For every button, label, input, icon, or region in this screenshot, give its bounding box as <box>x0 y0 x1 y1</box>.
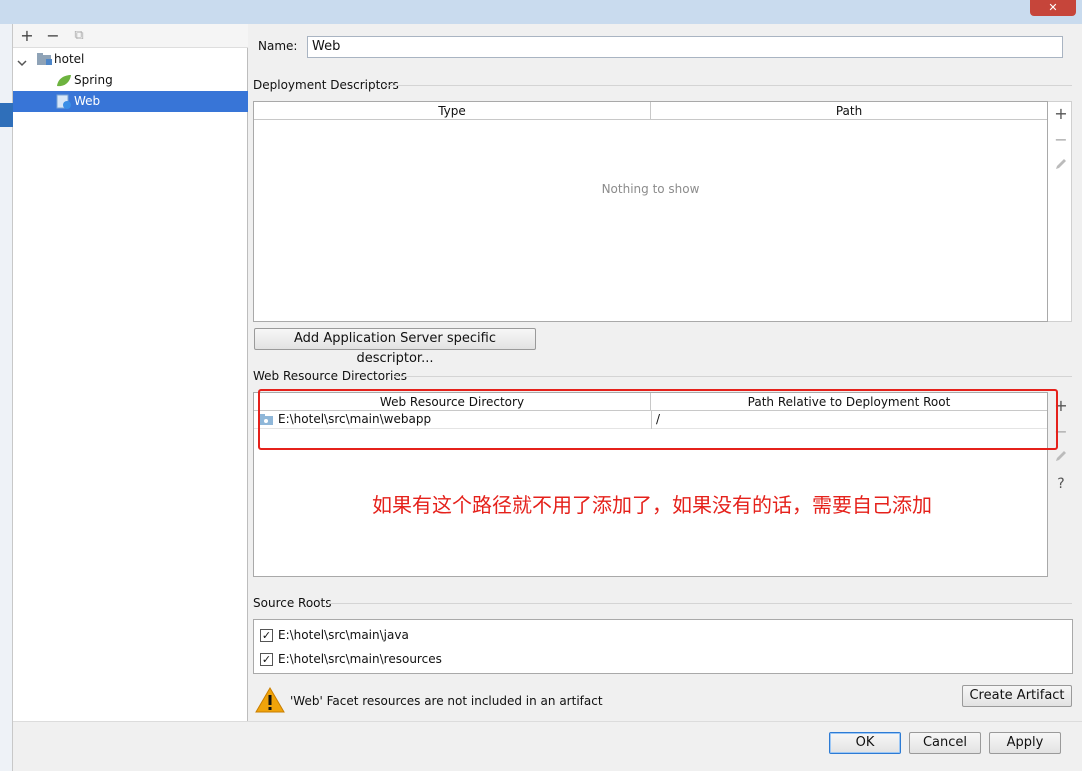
column-header-path[interactable]: Path <box>651 102 1047 120</box>
source-root-path: E:\hotel\src\main\java <box>278 628 409 642</box>
edit-resource-icon[interactable] <box>1052 449 1070 467</box>
section-divider <box>384 85 1072 86</box>
left-edge-strip <box>0 24 13 771</box>
tree-node-label: hotel <box>54 52 85 66</box>
cancel-button[interactable]: Cancel <box>909 732 981 754</box>
window-title-bar <box>0 0 1082 24</box>
create-artifact-button[interactable]: Create Artifact <box>962 685 1072 707</box>
tree-node-hotel[interactable]: hotel <box>13 49 248 70</box>
source-roots-list: ✓ E:\hotel\src\main\java ✓ E:\hotel\src\… <box>253 619 1073 674</box>
section-divider <box>328 603 1072 604</box>
annotation-text: 如果有这个路径就不用了添加了，如果没有的话，需要自己添加 <box>372 493 932 517</box>
edit-descriptor-icon[interactable] <box>1052 157 1070 175</box>
ok-button[interactable]: OK <box>829 732 901 754</box>
add-descriptor-icon[interactable]: + <box>1052 105 1070 123</box>
source-root-path: E:\hotel\src\main\resources <box>278 652 442 666</box>
web-facet-icon <box>56 94 72 116</box>
deployment-descriptors-title: Deployment Descriptors <box>253 78 399 92</box>
warning-text: 'Web' Facet resources are not included i… <box>290 694 603 708</box>
window-close-button[interactable]: ✕ <box>1030 0 1076 16</box>
facet-tree-panel <box>13 24 248 721</box>
checkbox-checked-icon[interactable]: ✓ <box>260 629 273 642</box>
tree-node-web[interactable]: Web <box>13 91 248 112</box>
tree-node-label: Spring <box>74 73 113 87</box>
web-resource-directories-title: Web Resource Directories <box>253 369 407 383</box>
warning-icon <box>254 686 286 717</box>
deployment-descriptors-table: Type Path Nothing to show <box>253 101 1048 322</box>
add-facet-button[interactable]: + <box>17 26 37 46</box>
help-icon[interactable]: ? <box>1052 475 1070 493</box>
add-server-descriptor-button[interactable]: Add Application Server specific descript… <box>254 328 536 366</box>
empty-table-text: Nothing to show <box>601 182 700 196</box>
tree-node-spring[interactable]: Spring <box>13 70 248 91</box>
remove-descriptor-icon[interactable]: − <box>1052 131 1070 149</box>
dialog-footer-left <box>13 721 248 771</box>
table-header: Type Path <box>254 102 1047 120</box>
section-divider <box>394 376 1072 377</box>
name-label: Name: <box>258 39 298 53</box>
column-header-type[interactable]: Type <box>254 102 651 120</box>
tree-node-label: Web <box>74 94 101 108</box>
left-edge-selection <box>0 103 13 127</box>
source-roots-title: Source Roots <box>253 596 332 610</box>
apply-button[interactable]: Apply <box>989 732 1061 754</box>
annotation-highlight-box <box>258 389 1058 450</box>
checkbox-checked-icon[interactable]: ✓ <box>260 653 273 666</box>
name-field[interactable]: Web <box>307 36 1063 58</box>
remove-facet-button[interactable]: − <box>43 26 63 46</box>
copy-facet-button[interactable]: ⧉ <box>69 26 89 46</box>
